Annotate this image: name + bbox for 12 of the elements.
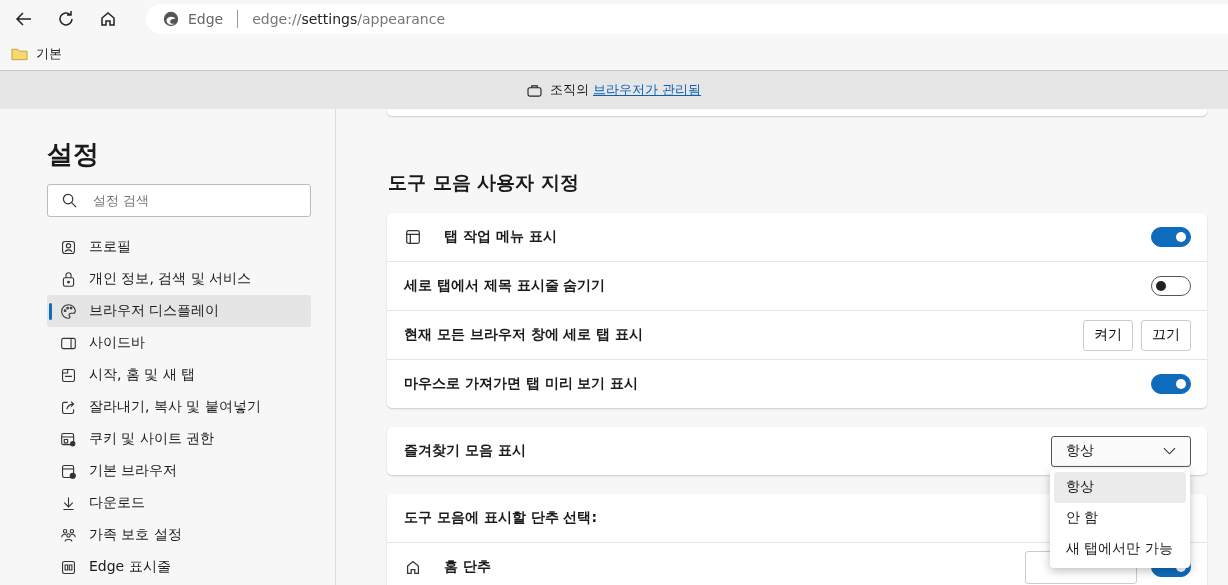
setting-label: 마우스로 가져가면 탭 미리 보기 표시: [404, 375, 639, 393]
setting-label: 세로 탭에서 제목 표시줄 숨기기: [404, 277, 606, 295]
setting-label: 도구 모음에 표시할 단추 선택:: [404, 509, 598, 527]
url-text: edge://settings/appearance: [252, 11, 445, 27]
section-title: 도구 모음 사용자 지정: [388, 170, 580, 195]
settings-title: 설정: [47, 138, 100, 171]
setting-label: 즐겨찾기 모음 표시: [404, 442, 526, 460]
browser-name: Edge: [188, 11, 224, 27]
setting-label: 홈 단추: [444, 558, 491, 576]
managed-notice: 조직의 브라우저가 관리됨: [549, 81, 702, 99]
setting-label: 탭 작업 메뉴 표시: [444, 228, 557, 246]
setting-label: 현재 모든 브라우저 창에 세로 탭 표시: [404, 326, 644, 344]
